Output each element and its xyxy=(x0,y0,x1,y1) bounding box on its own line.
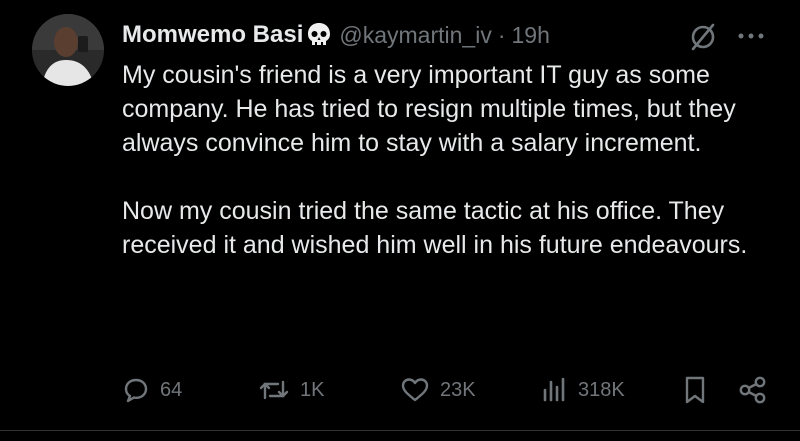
share-button[interactable] xyxy=(738,370,768,410)
dot-separator: · xyxy=(497,21,506,48)
reply-icon xyxy=(124,378,148,403)
reply-count: 64 xyxy=(160,378,183,401)
like-count: 23K xyxy=(440,378,476,401)
grok-icon[interactable] xyxy=(688,22,718,52)
tweet-header: Momwemo Basi @kaymartin_iv · 19h xyxy=(122,18,550,52)
more-icon[interactable] xyxy=(736,30,766,42)
views-button[interactable]: 318K xyxy=(540,370,625,410)
action-bar: 64 1K 23K 318K xyxy=(0,370,800,410)
author-handle[interactable]: @kaymartin_iv xyxy=(339,22,491,49)
tweet[interactable]: Momwemo Basi @kaymartin_iv · 19h My cous… xyxy=(0,0,800,441)
repost-button[interactable]: 1K xyxy=(258,370,324,410)
timestamp[interactable]: 19h xyxy=(512,22,550,49)
views-icon xyxy=(543,377,565,402)
bookmark-button[interactable] xyxy=(682,370,708,410)
like-button[interactable]: 23K xyxy=(400,370,476,410)
like-icon xyxy=(401,378,429,402)
views-count: 318K xyxy=(578,378,625,401)
repost-count: 1K xyxy=(300,378,325,401)
divider xyxy=(0,430,800,431)
skull-icon xyxy=(308,23,331,45)
share-icon xyxy=(739,376,766,404)
author-name[interactable]: Momwemo Basi xyxy=(122,21,303,49)
avatar[interactable] xyxy=(32,14,104,86)
tweet-paragraph: Now my cousin tried the same tactic at h… xyxy=(122,197,748,259)
repost-icon xyxy=(259,380,289,400)
tweet-text: My cousin's friend is a very important I… xyxy=(122,58,772,262)
tweet-paragraph: My cousin's friend is a very important I… xyxy=(122,61,736,157)
bookmark-icon xyxy=(685,376,705,404)
reply-button[interactable]: 64 xyxy=(122,370,182,410)
